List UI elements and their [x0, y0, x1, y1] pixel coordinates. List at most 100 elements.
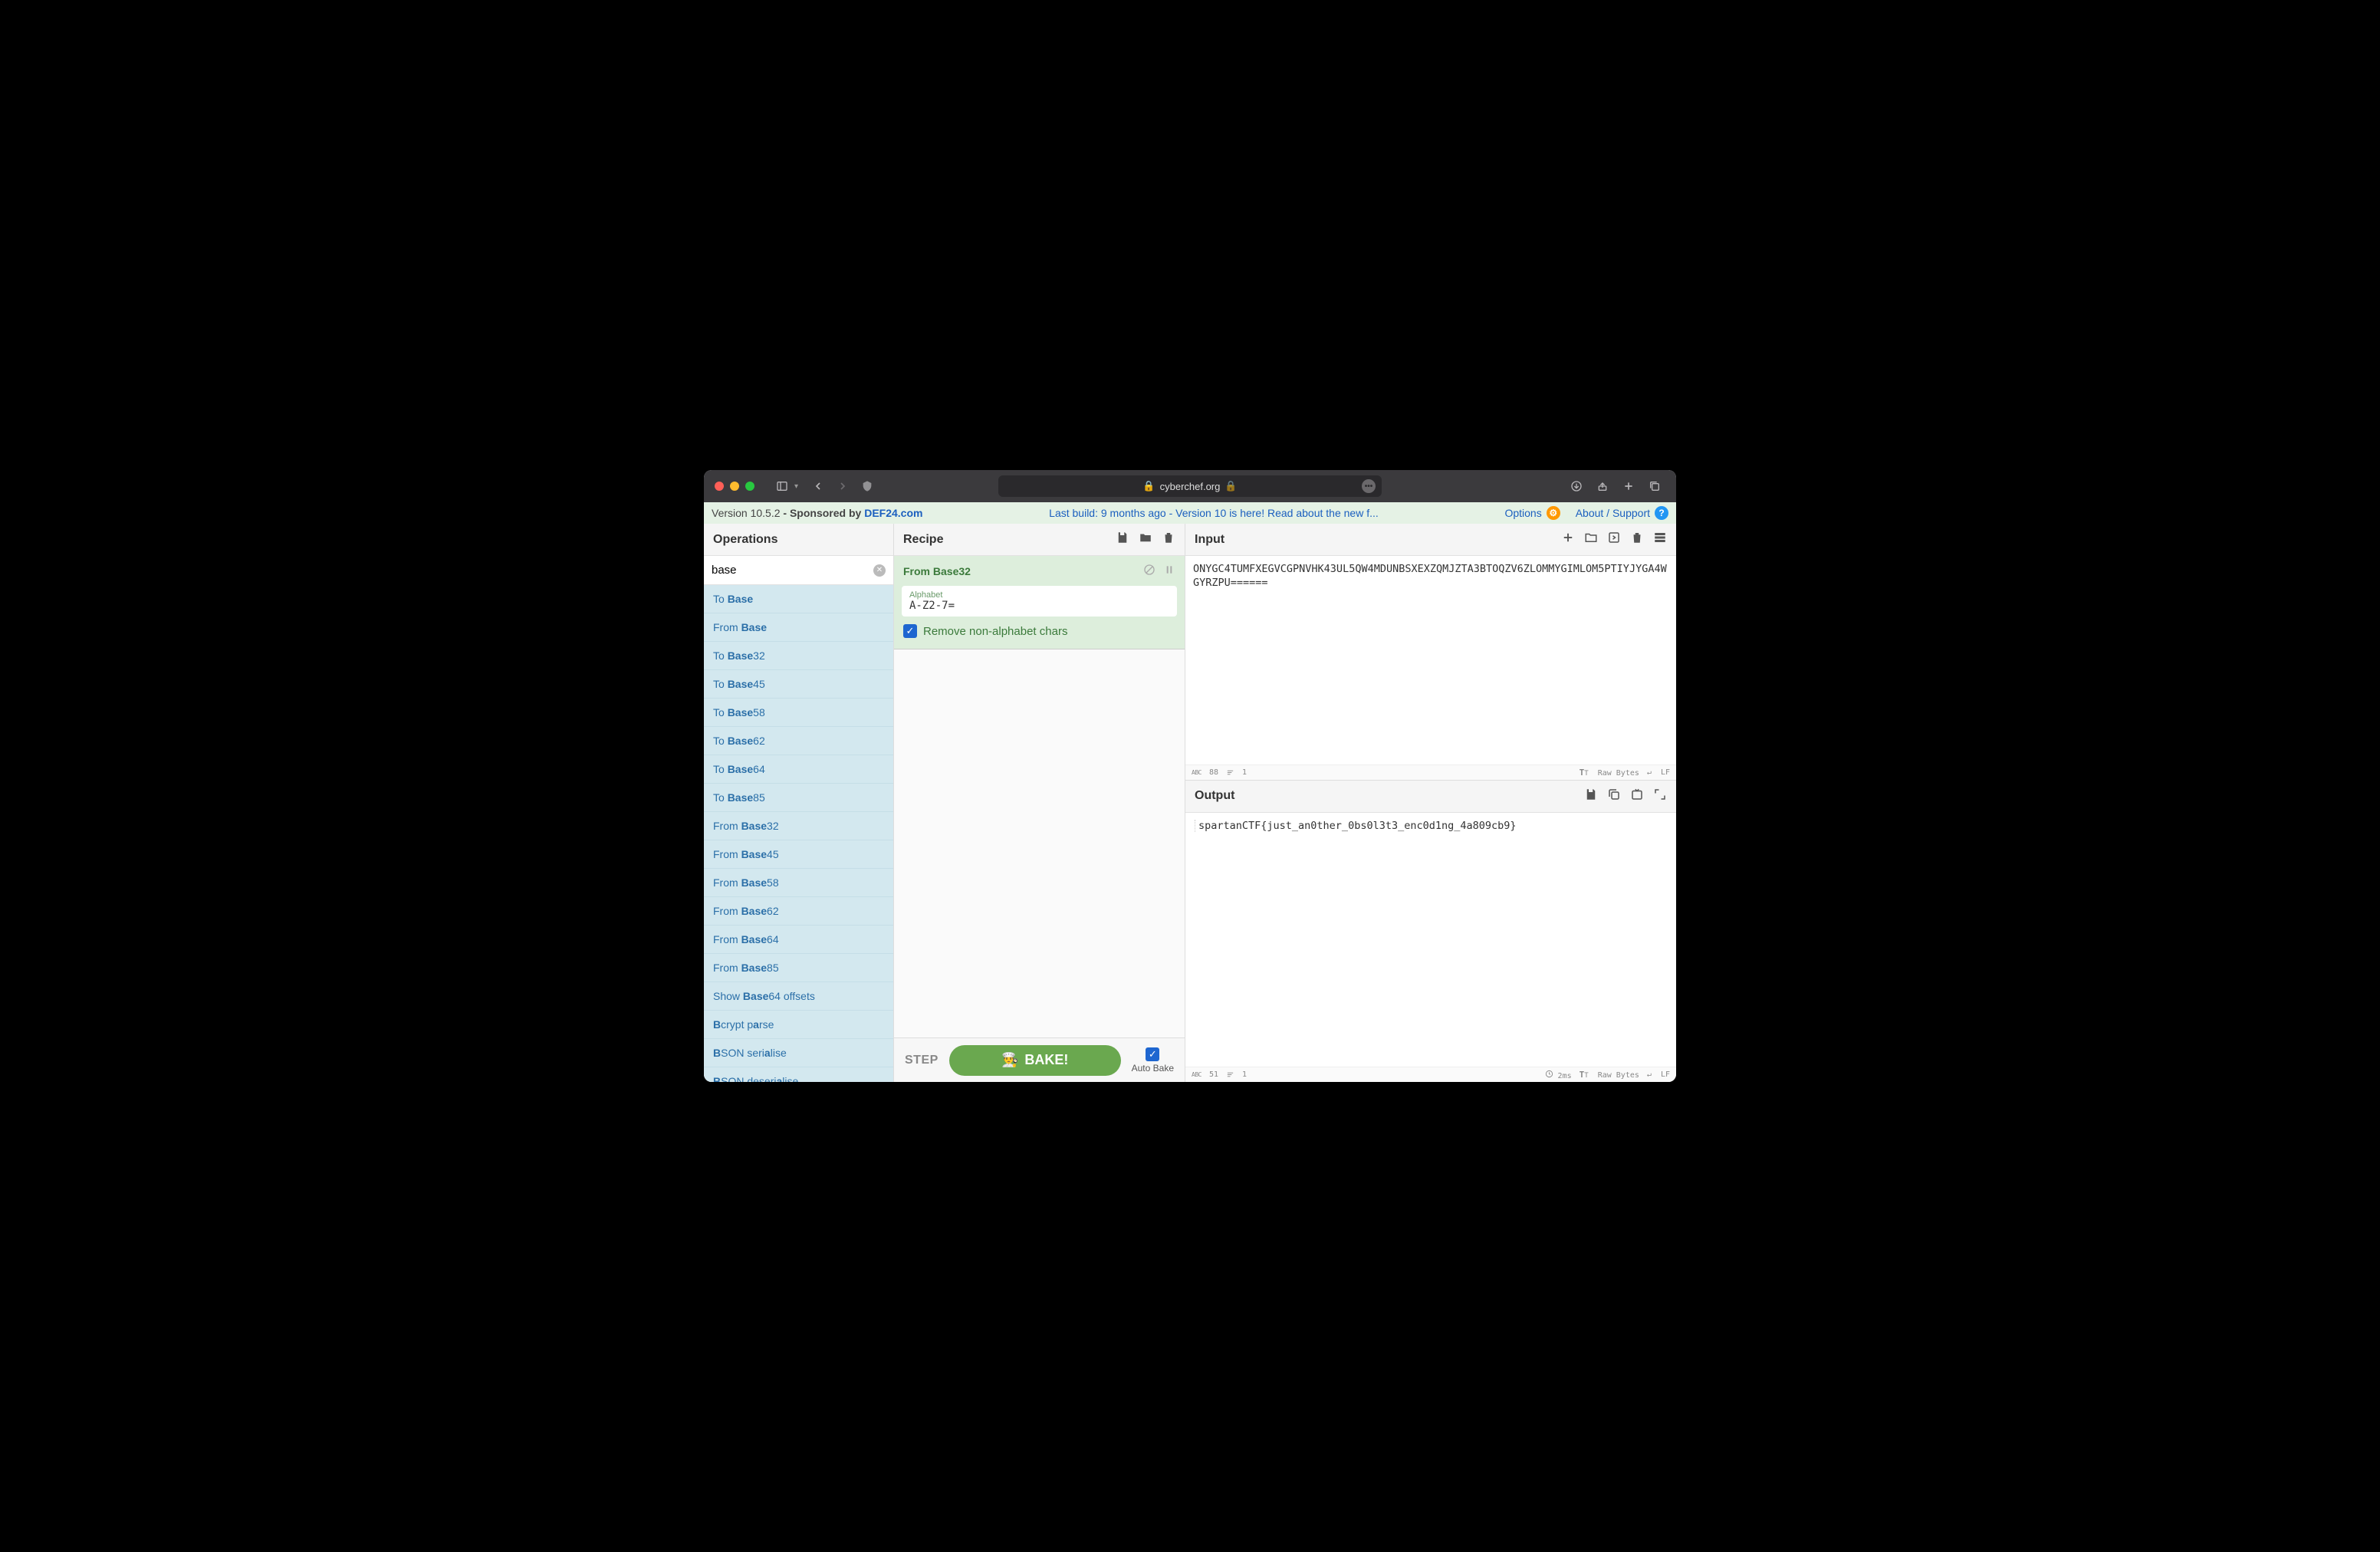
eol-button[interactable]: ↵ LF	[1647, 768, 1670, 777]
help-icon[interactable]: ?	[1655, 506, 1668, 520]
shield-icon[interactable]	[856, 475, 878, 497]
copy-output-button[interactable]	[1607, 788, 1621, 805]
output-header: Output	[1185, 781, 1676, 813]
clear-input-button[interactable]	[1630, 531, 1644, 548]
sidebar-toggle-button[interactable]	[771, 475, 793, 497]
char-count-icon: ABC	[1192, 1071, 1202, 1078]
remove-non-alphabet-checkbox[interactable]: ✓ Remove non-alphabet chars	[903, 624, 1175, 638]
lock-icon: 🔒	[1142, 480, 1155, 492]
reader-lock-icon: 🔒	[1225, 480, 1237, 492]
operation-list-item[interactable]: To Base	[704, 585, 893, 613]
recipe-list[interactable]: From Base32 Alphabet A-Z2-7= ✓ Remove no…	[894, 556, 1185, 1037]
eol-button[interactable]: ↵ LF	[1647, 1070, 1670, 1079]
operation-list-item[interactable]: Bcrypt parse	[704, 1011, 893, 1039]
clear-search-button[interactable]: ✕	[873, 564, 886, 577]
chevron-down-icon[interactable]: ▾	[794, 482, 798, 491]
browser-window: ▾ 🔒 cyberchef.org 🔒 •••	[704, 470, 1676, 1082]
share-button[interactable]	[1592, 475, 1613, 497]
step-button[interactable]: STEP	[905, 1054, 939, 1067]
lines-icon	[1226, 768, 1234, 777]
operation-list-item[interactable]: Show Base64 offsets	[704, 982, 893, 1011]
options-link[interactable]: Options	[1504, 507, 1541, 519]
char-count-icon: ABC	[1192, 769, 1202, 776]
operation-list-item[interactable]: From Base64	[704, 926, 893, 954]
input-line-count: 1	[1242, 768, 1247, 777]
operation-list-item[interactable]: To Base64	[704, 755, 893, 784]
recipe-footer: STEP 👨‍🍳 BAKE! ✓ Auto Bake	[894, 1037, 1185, 1082]
operation-list-item[interactable]: From Base32	[704, 812, 893, 840]
operation-list-item[interactable]: To Base62	[704, 727, 893, 755]
new-tab-button[interactable]	[1618, 475, 1639, 497]
save-output-button[interactable]	[1584, 788, 1598, 805]
operations-header: Operations	[704, 524, 893, 556]
operation-list-item[interactable]: From Base45	[704, 840, 893, 869]
input-statusbar: ABC 88 1 TT Raw Bytes ↵ LF	[1185, 764, 1676, 780]
disable-operation-button[interactable]	[1143, 564, 1155, 578]
auto-bake-toggle[interactable]: ✓ Auto Bake	[1132, 1047, 1174, 1074]
output-char-count: 51	[1209, 1070, 1218, 1079]
load-recipe-button[interactable]	[1139, 531, 1152, 548]
operation-list-item[interactable]: From Base58	[704, 869, 893, 897]
operation-list-item[interactable]: From Base62	[704, 897, 893, 926]
window-controls	[715, 482, 754, 491]
save-recipe-button[interactable]	[1116, 531, 1129, 548]
maximize-window-button[interactable]	[745, 482, 754, 491]
checkbox-checked-icon: ✓	[1146, 1047, 1159, 1061]
bake-time: 2ms	[1545, 1070, 1572, 1080]
chef-icon: 👨‍🍳	[1001, 1052, 1018, 1068]
recipe-operation-from-base32[interactable]: From Base32 Alphabet A-Z2-7= ✓ Remove no…	[894, 556, 1185, 649]
add-input-tab-button[interactable]	[1561, 531, 1575, 548]
checkbox-checked-icon: ✓	[903, 624, 917, 638]
close-window-button[interactable]	[715, 482, 724, 491]
bake-button[interactable]: 👨‍🍳 BAKE!	[949, 1045, 1121, 1076]
forward-button[interactable]	[832, 475, 853, 497]
back-button[interactable]	[807, 475, 829, 497]
url-text: cyberchef.org	[1160, 481, 1221, 492]
operation-list-item[interactable]: From Base85	[704, 954, 893, 982]
io-panel: Input ONYGC4TUMFXEGVCGPNVHK43UL5QW4MDUNB…	[1185, 524, 1676, 1082]
maximize-output-button[interactable]	[1653, 788, 1667, 805]
operation-list-item[interactable]: To Base58	[704, 699, 893, 727]
encoding-button[interactable]: TT Raw Bytes	[1580, 1070, 1639, 1080]
output-textarea[interactable]: spartanCTF{just_an0ther_0bs0l3t3_enc0d1n…	[1185, 813, 1676, 1067]
input-char-count: 88	[1209, 768, 1218, 777]
operation-list-item[interactable]: From Base	[704, 613, 893, 642]
operation-list-item[interactable]: BSON deserialise	[704, 1067, 893, 1082]
titlebar: ▾ 🔒 cyberchef.org 🔒 •••	[704, 470, 1676, 502]
lines-icon	[1226, 1070, 1234, 1079]
downloads-button[interactable]	[1566, 475, 1587, 497]
operation-list-item[interactable]: To Base45	[704, 670, 893, 699]
about-link[interactable]: About / Support	[1576, 507, 1650, 519]
operations-list[interactable]: To BaseFrom BaseTo Base32To Base45To Bas…	[704, 585, 893, 1082]
operations-panel: Operations ✕ To BaseFrom BaseTo Base32To…	[704, 524, 894, 1082]
clear-recipe-button[interactable]	[1162, 531, 1175, 548]
open-folder-button[interactable]	[1584, 531, 1598, 548]
alphabet-argument[interactable]: Alphabet A-Z2-7=	[902, 586, 1177, 617]
recipe-header: Recipe	[894, 524, 1185, 556]
recipe-panel: Recipe From Base32	[894, 524, 1185, 1082]
input-header: Input	[1185, 524, 1676, 556]
address-bar[interactable]: 🔒 cyberchef.org 🔒 •••	[998, 475, 1382, 497]
minimize-window-button[interactable]	[730, 482, 739, 491]
operation-title: From Base32	[903, 565, 971, 577]
open-file-button[interactable]	[1607, 531, 1621, 548]
input-textarea[interactable]: ONYGC4TUMFXEGVCGPNVHK43UL5QW4MDUNBSXEXZQ…	[1185, 556, 1676, 764]
page-settings-button[interactable]: •••	[1362, 479, 1376, 493]
output-line-count: 1	[1242, 1070, 1247, 1079]
operation-list-item[interactable]: To Base32	[704, 642, 893, 670]
main-area: Operations ✕ To BaseFrom BaseTo Base32To…	[704, 524, 1676, 1082]
operation-list-item[interactable]: To Base85	[704, 784, 893, 812]
tabs-overview-button[interactable]	[1644, 475, 1665, 497]
operations-search-input[interactable]	[704, 556, 893, 584]
output-statusbar: ABC 51 1 2ms TT Raw Bytes ↵ LF	[1185, 1067, 1676, 1082]
banner-message[interactable]: Last build: 9 months ago - Version 10 is…	[922, 507, 1504, 519]
notice-banner: Version 10.5.2 - Sponsored by DEF24.com …	[704, 502, 1676, 524]
version-text: Version 10.5.2 - Sponsored by DEF24.com	[712, 507, 922, 519]
input-display-options-button[interactable]	[1653, 531, 1667, 548]
encoding-button[interactable]: TT Raw Bytes	[1580, 768, 1639, 778]
operation-list-item[interactable]: BSON serialise	[704, 1039, 893, 1067]
settings-gear-icon[interactable]: ⚙	[1547, 506, 1560, 520]
input-pane: Input ONYGC4TUMFXEGVCGPNVHK43UL5QW4MDUNB…	[1185, 524, 1676, 781]
replace-input-button[interactable]	[1630, 788, 1644, 805]
pause-operation-button[interactable]	[1163, 564, 1175, 578]
